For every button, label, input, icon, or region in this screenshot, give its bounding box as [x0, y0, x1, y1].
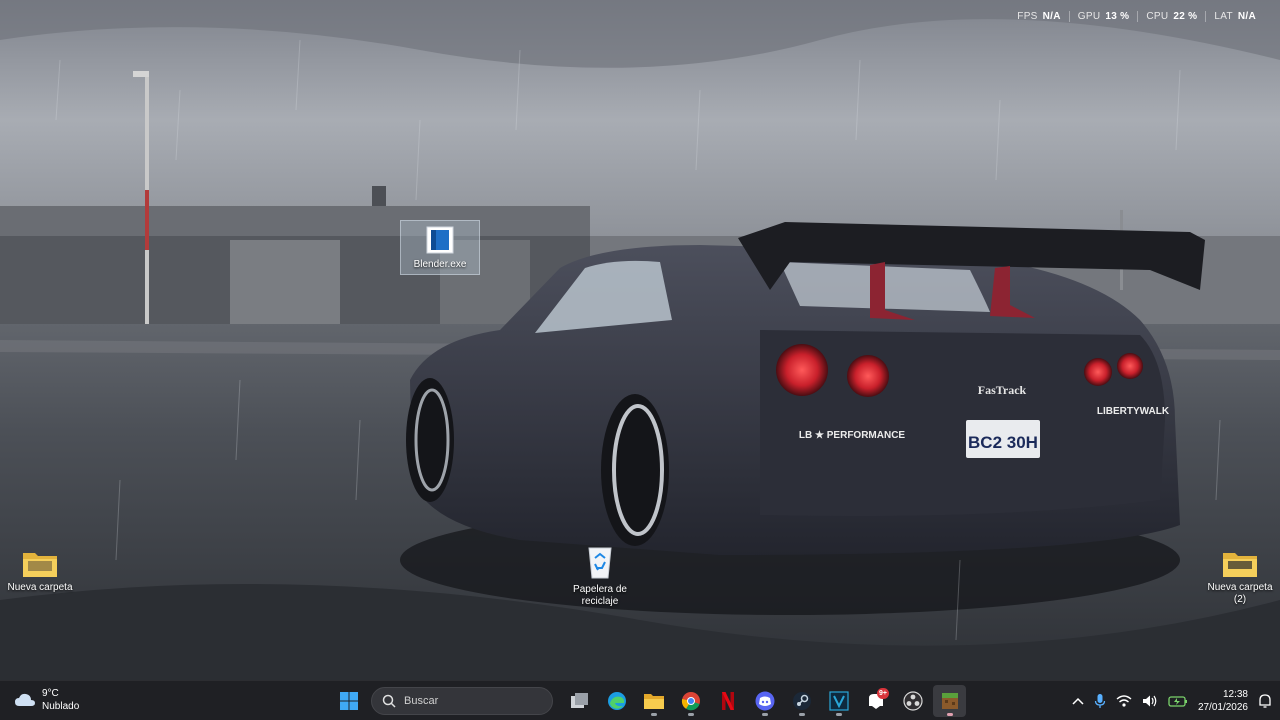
- lat-label: LAT: [1214, 11, 1233, 22]
- gpu-label: GPU: [1077, 11, 1101, 22]
- file-explorer-icon: [643, 694, 664, 709]
- volume-icon[interactable]: [1142, 694, 1158, 708]
- clock[interactable]: 12:38 27/01/2026: [1198, 688, 1248, 714]
- search-icon: [382, 694, 396, 708]
- weather-temp: 9°C: [42, 688, 59, 699]
- task-view-button[interactable]: [563, 685, 596, 717]
- cpu-label: CPU: [1146, 11, 1169, 22]
- fps-value: N/A: [1042, 11, 1061, 22]
- wifi-icon[interactable]: [1116, 694, 1132, 708]
- wallpaper-scene: BC2 30H FasTrack LB ★ PERFORMANCE LIBERT…: [0, 0, 1280, 680]
- system-tray: 12:38 27/01/2026: [1072, 681, 1272, 720]
- license-plate-text: BC2 30H: [968, 433, 1038, 452]
- chevron-up-icon[interactable]: [1072, 696, 1084, 706]
- desktop-icon-label: Blender.exe: [413, 259, 467, 270]
- steam-icon: [792, 692, 811, 710]
- desktop-icon-label: Papelera de reciclaje: [573, 584, 627, 607]
- desktop-icon-papelera[interactable]: Papelera de reciclaje: [560, 544, 640, 608]
- chrome-button[interactable]: [674, 685, 707, 717]
- visual-studio-button[interactable]: [822, 685, 855, 717]
- desktop-icon-nueva-carpeta[interactable]: Nueva carpeta: [0, 548, 80, 594]
- cloud-icon: [15, 693, 35, 706]
- obs-icon: [902, 691, 923, 711]
- discord-icon: [755, 691, 774, 711]
- discord-button[interactable]: [748, 685, 781, 717]
- weather-condition: Nublado: [42, 701, 80, 712]
- chrome-icon: [681, 692, 700, 711]
- folder-icon: [23, 553, 57, 577]
- microphone-icon[interactable]: [1094, 693, 1106, 709]
- notification-app-button[interactable]: 9+: [859, 685, 892, 717]
- battery-charging-icon[interactable]: [1168, 694, 1188, 708]
- minecraft-button[interactable]: [933, 685, 966, 717]
- cpu-value: 22 %: [1173, 11, 1198, 22]
- lat-stat: LAT N/A: [1205, 11, 1264, 22]
- start-button[interactable]: [332, 685, 365, 717]
- lat-value: N/A: [1237, 11, 1256, 22]
- weather-widget[interactable]: 9°C Nublado: [14, 687, 79, 713]
- gpu-value: 13 %: [1105, 11, 1130, 22]
- lb-performance-decal: LB ★ PERFORMANCE: [799, 430, 906, 441]
- folder-icon: [1223, 553, 1257, 577]
- recycle-bin-icon: [588, 547, 612, 579]
- desktop-icon-label: Nueva carpeta (2): [1207, 582, 1273, 605]
- netflix-button[interactable]: [711, 685, 744, 717]
- netflix-icon: [721, 692, 734, 710]
- performance-overlay: FPS N/A GPU 13 % CPU 22 % LAT N/A: [1009, 11, 1264, 22]
- search-placeholder: Buscar: [404, 695, 439, 707]
- desktop-icon-nueva-carpeta-2[interactable]: Nueva carpeta (2): [1200, 548, 1280, 606]
- file-explorer-button[interactable]: [637, 685, 670, 717]
- fps-stat: FPS N/A: [1009, 11, 1068, 22]
- fastrack-decal: FasTrack: [978, 383, 1027, 397]
- libertywalk-decal: LIBERTYWALK: [1097, 406, 1170, 417]
- desktop-wallpaper: BC2 30H FasTrack LB ★ PERFORMANCE LIBERT…: [0, 0, 1280, 680]
- start-icon: [339, 692, 358, 710]
- fps-label: FPS: [1017, 11, 1038, 22]
- desktop-icon-label: Nueva carpeta: [7, 582, 73, 593]
- visual-studio-icon: [828, 691, 849, 711]
- minecraft-icon: [941, 693, 958, 709]
- blender-exe-icon: [426, 226, 454, 254]
- cpu-stat: CPU 22 %: [1137, 11, 1205, 22]
- edge-icon: [607, 692, 626, 710]
- obs-button[interactable]: [896, 685, 929, 717]
- search-box[interactable]: Buscar: [371, 687, 553, 715]
- edge-button[interactable]: [600, 685, 633, 717]
- clock-date: 27/01/2026: [1197, 702, 1248, 713]
- task-view-icon: [570, 693, 588, 708]
- clock-time: 12:38: [1222, 689, 1248, 700]
- desktop-icon-blender[interactable]: Blender.exe: [400, 220, 480, 275]
- notification-bell-icon[interactable]: [1258, 693, 1272, 709]
- notification-badge: 9+: [877, 688, 889, 699]
- steam-button[interactable]: [785, 685, 818, 717]
- taskbar-apps: Buscar 9+: [332, 685, 966, 717]
- taskbar: 9°C Nublado Buscar 9+ 12:38 27/01/2026: [0, 680, 1280, 720]
- gpu-stat: GPU 13 %: [1068, 11, 1138, 22]
